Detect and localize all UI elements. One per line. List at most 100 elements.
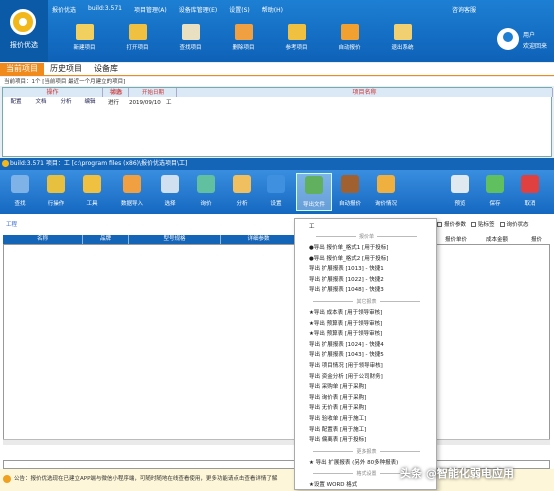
toolbar-icon-6: [393, 24, 412, 40]
tool-button-10[interactable]: 询价情况: [368, 173, 404, 207]
checkbox-2[interactable]: 询价状态: [499, 220, 529, 228]
dropdown-section-2: 更多报表: [303, 448, 430, 455]
tab-2[interactable]: 设备库: [88, 63, 124, 75]
menu-item-2[interactable]: 项目管理(A): [134, 5, 167, 15]
dropdown-section-1: 其它报表: [303, 298, 430, 305]
dropdown-item-0-3[interactable]: 导出 扩展报表 [1022] - 快捷2: [309, 275, 384, 283]
toolbar-label-2: 查找项目: [179, 45, 202, 51]
tool-button-6[interactable]: 分析: [224, 173, 260, 207]
toolbar-button-5[interactable]: 自动报价: [323, 22, 376, 58]
tool-label-12: 保存: [489, 201, 501, 207]
tool-button-4[interactable]: 选择: [152, 173, 188, 207]
dropdown-item-1-3[interactable]: 导出 扩展报表 [1024] - 快捷4: [309, 340, 384, 348]
dropdown-item-1-7[interactable]: 导出 采购单 [用于采购]: [309, 382, 366, 390]
toolbar-button-6[interactable]: 退出系统: [376, 22, 429, 58]
tool-button-9[interactable]: 自动报价: [332, 173, 368, 207]
tool-button-2[interactable]: 工具: [74, 173, 110, 207]
dropdown-item-1-11[interactable]: 导出 配置表 [用于施工]: [309, 425, 366, 433]
column-header-3[interactable]: 详细参数: [221, 235, 297, 244]
tool-icon-4: [161, 175, 179, 193]
dropdown-item-1-6[interactable]: 导出 资金分析 [用于公司财务]: [309, 372, 383, 380]
tool-icon-0: [11, 175, 29, 193]
support-label-0[interactable]: 咨询客服: [452, 5, 476, 14]
dropdown-item-0-1[interactable]: ●导出 报价单_格式2 [用于投标]: [309, 254, 388, 262]
dropdown-item-0-4[interactable]: 导出 扩展报表 [1048] - 快捷3: [309, 285, 384, 293]
menu-bar: 报价优选 build:3.571 项目管理(A) 设备库管理(E) 设置(S) 帮助(H): [52, 5, 283, 15]
horizontal-scrollbar[interactable]: [3, 439, 550, 445]
menu-item-5[interactable]: 帮助(H): [262, 5, 283, 15]
dropdown-item-1-5[interactable]: 导出 项目情况 [用于领导审核]: [309, 361, 383, 369]
tool-label-5: 询价: [200, 201, 212, 207]
tool-label-4: 选择: [164, 201, 176, 207]
tab-0[interactable]: 当前项目: [0, 63, 44, 75]
tool-icon-13: [521, 175, 539, 193]
dropdown-item-3-0[interactable]: ★设置 WORD 格式: [309, 480, 357, 488]
main-toolbar: 新建项目 打开项目 查找项目 删除项目 参考项目 自动报价 退出系统: [58, 22, 429, 58]
toolbar-button-0[interactable]: 新建项目: [58, 22, 111, 58]
dropdown-item-1-2[interactable]: ★导出 预算表 [用于领导审核]: [309, 329, 382, 337]
edit-link[interactable]: 编辑: [83, 98, 97, 106]
tool-label-2: 工具: [86, 201, 98, 207]
tool-button-13[interactable]: 取消: [512, 173, 548, 207]
watermark: 头条 @智能化弱电应用: [400, 467, 514, 480]
toolbar-button-1[interactable]: 打开项目: [111, 22, 164, 58]
user-avatar-icon[interactable]: [497, 28, 519, 50]
tool-icon-10: [377, 175, 395, 193]
tool-button-5[interactable]: 询价: [188, 173, 224, 207]
toolbar-button-2[interactable]: 查找项目: [164, 22, 217, 58]
column-header-2[interactable]: 型号规格: [129, 235, 221, 244]
menu-item-4[interactable]: 设置(S): [229, 5, 250, 15]
tool-icon-9: [341, 175, 359, 193]
equipment-grid[interactable]: [3, 244, 550, 444]
column-header-1[interactable]: 品牌: [83, 235, 129, 244]
tool-label-6: 分析: [236, 201, 248, 207]
dropdown-item-0-0[interactable]: ●导出 报价单_格式1 [用于投标]: [309, 243, 388, 251]
row-status: 进行: [108, 100, 120, 106]
checkbox-1[interactable]: 贴标签: [471, 220, 495, 228]
config-link[interactable]: 配置: [9, 98, 23, 106]
user-info: 用户 欢迎回来: [523, 32, 548, 50]
dropdown-item-1-12[interactable]: 导出 偏离表 [用于投标]: [309, 435, 366, 443]
column-header-0[interactable]: 名称: [3, 235, 83, 244]
toolbar-icon-1: [128, 24, 147, 40]
checkbox-box-2[interactable]: [499, 222, 505, 227]
checkbox-label-0: 报价参数: [444, 222, 467, 228]
notice-icon: [3, 475, 11, 483]
dropdown-item-1-4[interactable]: 导出 扩展报表 [1043] - 快捷5: [309, 350, 384, 358]
tool-icon-8: [305, 176, 323, 194]
support-link[interactable]: 咨询客服: [452, 5, 476, 14]
toolbar-button-4[interactable]: 参考项目: [270, 22, 323, 58]
tool-button-12[interactable]: 保存: [477, 173, 513, 207]
toolbar-button-3[interactable]: 删除项目: [217, 22, 270, 58]
tool-button-8[interactable]: 导出文件: [296, 173, 332, 211]
toolbar-label-6: 退出系统: [391, 45, 414, 51]
dropdown-item-1-0[interactable]: ★导出 成本表 [用于领导审核]: [309, 308, 382, 316]
tab-1[interactable]: 历史项目: [44, 63, 88, 75]
dropdown-item-0-2[interactable]: 导出 扩展报表 [1013] - 快捷1: [309, 264, 384, 272]
row-date: 2019/09/10: [129, 100, 161, 106]
tool-button-3[interactable]: 数据导入: [114, 173, 150, 207]
tool-label-3: 数据导入: [120, 201, 143, 207]
tool-button-7[interactable]: 设置: [258, 173, 294, 207]
dropdown-item-1-8[interactable]: 导出 询价表 [用于采购]: [309, 393, 366, 401]
tool-label-11: 预览: [454, 201, 466, 207]
row-project-name[interactable]: 工: [166, 99, 172, 107]
toolbar-icon-0: [75, 24, 94, 40]
checkbox-0[interactable]: 报价参数: [437, 220, 466, 228]
checkbox-box-0[interactable]: [437, 222, 442, 227]
dropdown-top-item[interactable]: 工: [309, 222, 315, 230]
tool-button-1[interactable]: 行操作: [38, 173, 74, 207]
menu-item-3[interactable]: 设备库管理(E): [179, 5, 217, 15]
toolbar-icon-5: [340, 24, 359, 40]
dropdown-item-2-0[interactable]: ★ 导出 扩展报表 (另外 80多种报表): [309, 458, 398, 466]
document-link[interactable]: 文档: [33, 98, 49, 106]
analysis-link[interactable]: 分析: [59, 98, 73, 106]
dropdown-item-1-9[interactable]: 导出 无价表 [用于采购]: [309, 403, 366, 411]
tool-button-0[interactable]: 查找: [2, 173, 38, 207]
app-logo: 报价优选: [0, 0, 48, 62]
checkbox-box-1[interactable]: [471, 222, 477, 227]
tool-button-11[interactable]: 预览: [442, 173, 478, 207]
project-window: build:3.571 项目：工 [c:\program files (x86)…: [0, 158, 554, 491]
dropdown-item-1-1[interactable]: ★导出 预算表 [用于领导审核]: [309, 319, 382, 327]
dropdown-item-1-10[interactable]: 导出 验收单 [用于施工]: [309, 414, 366, 422]
